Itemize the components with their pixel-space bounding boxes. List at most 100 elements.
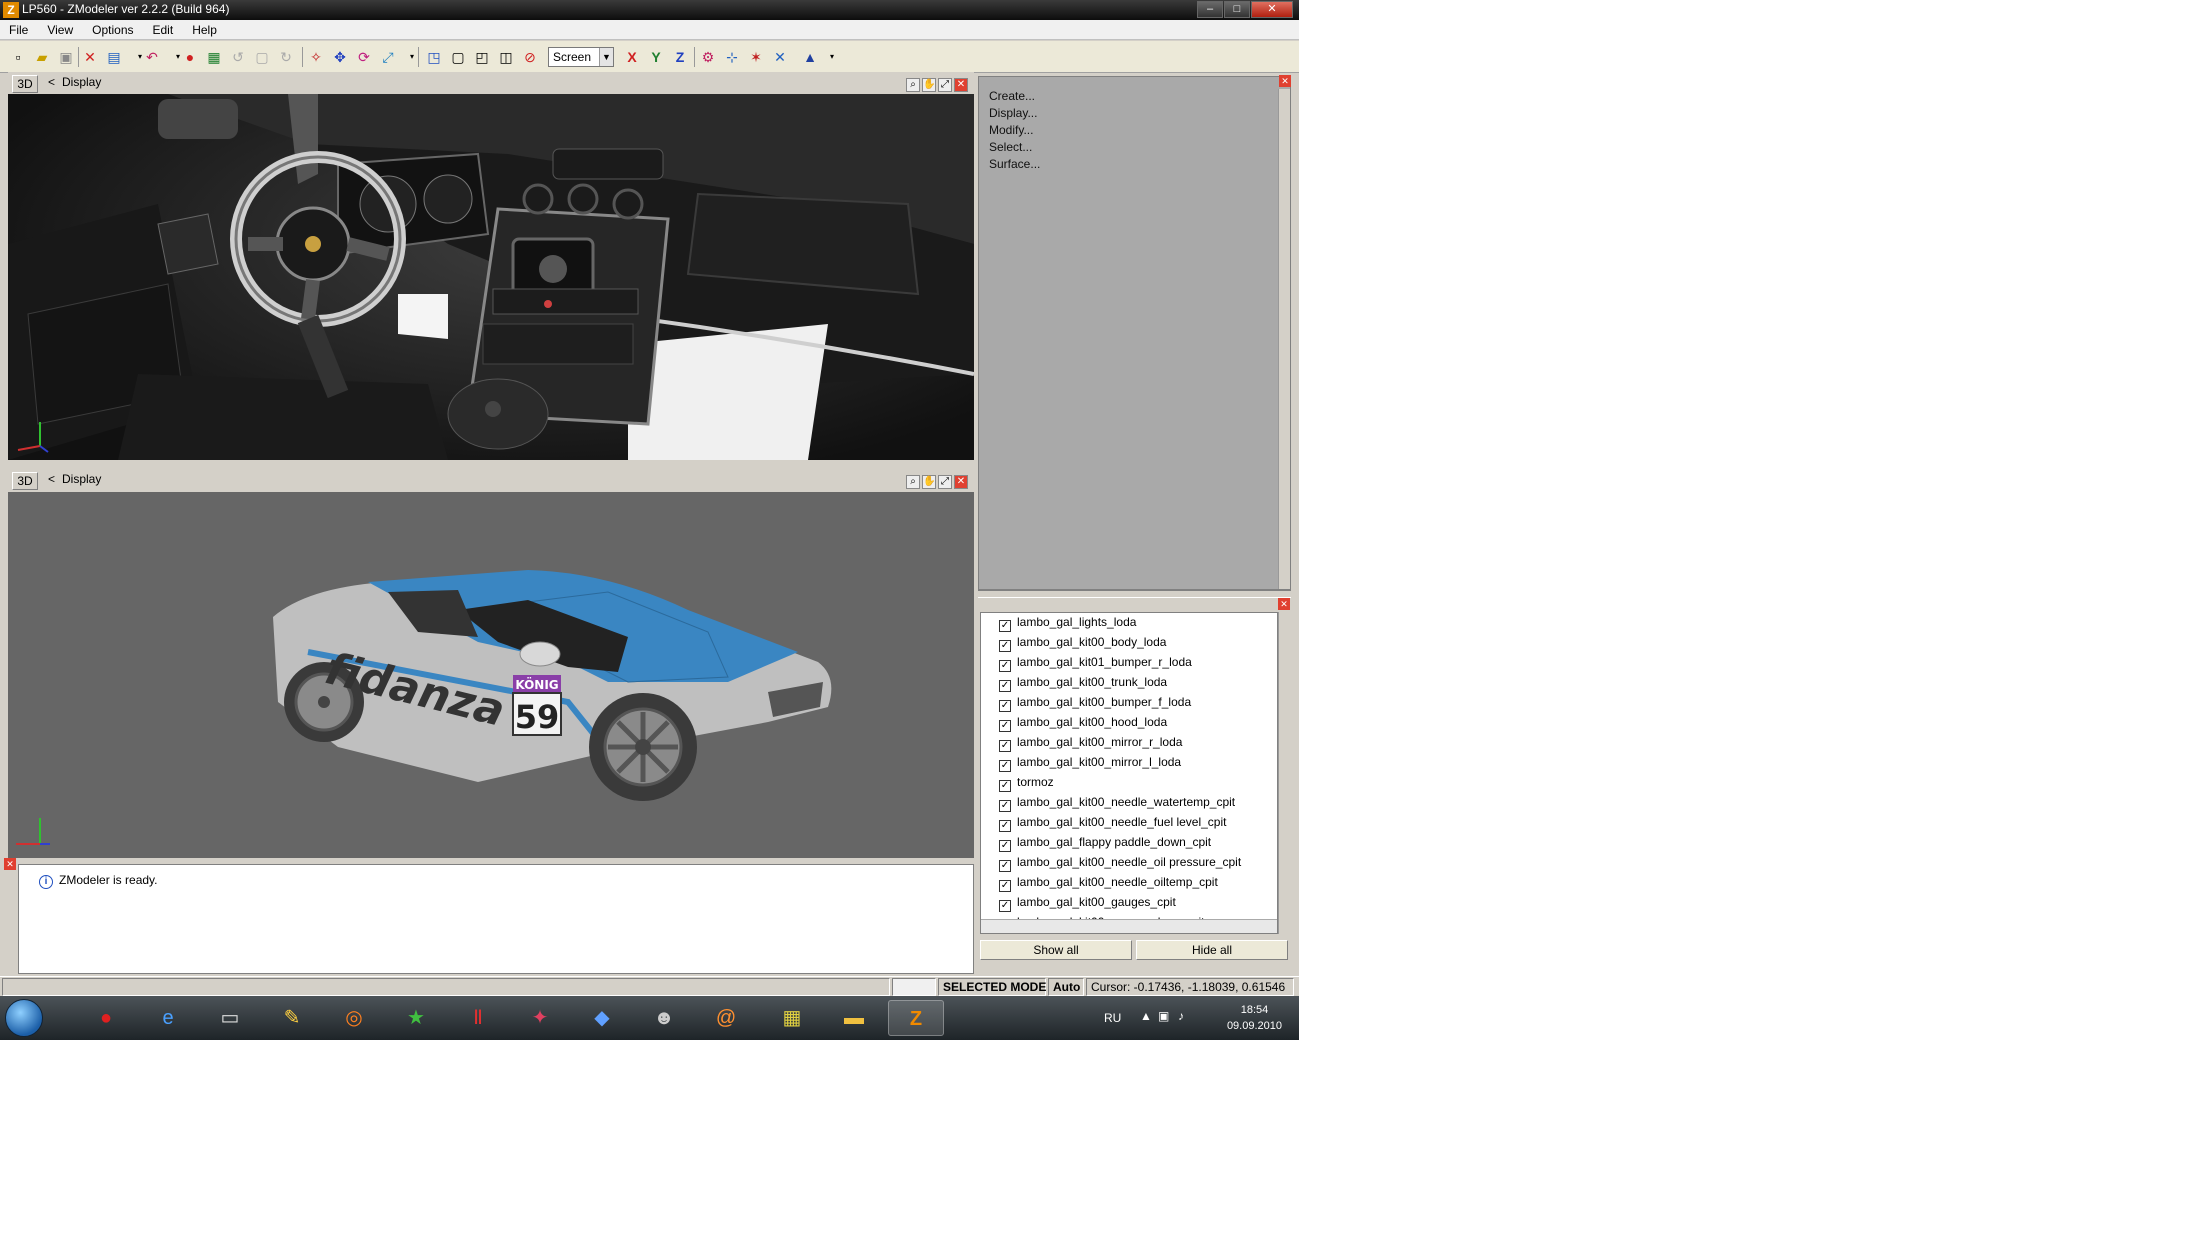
dropdown-arrow-icon[interactable]: ▾ — [822, 47, 842, 67]
list-item[interactable]: ✓ lambo_gal_kit00_gauges_cpit — [999, 895, 1176, 915]
viewport-interior[interactable] — [8, 94, 974, 460]
dropdown-arrow-icon[interactable]: ▾ — [402, 47, 422, 67]
viewport-mode-3d[interactable]: 3D — [12, 472, 38, 490]
close-panel-icon[interactable]: ✕ — [1278, 598, 1290, 610]
start-button[interactable] — [5, 999, 43, 1037]
axis-z-toggle[interactable]: Z — [670, 47, 690, 67]
minimize-button[interactable]: – — [1197, 1, 1223, 18]
list-item[interactable]: ✓ lambo_gal_kit00_bumper_f_loda — [999, 695, 1191, 715]
notepad-icon[interactable]: ▭ — [202, 1000, 258, 1036]
object-list[interactable]: ✓ lambo_gal_lights_loda ✓ lambo_gal_kit00_… — [980, 612, 1278, 934]
zmodeler-taskbar-icon[interactable]: Z — [888, 1000, 944, 1036]
list-item[interactable]: ✓ lambo_gal_kit00_needle_oil pressure_cpi… — [999, 855, 1241, 875]
hide-all-button[interactable]: Hide all — [1136, 940, 1288, 960]
scale-tool-icon[interactable]: ⤢ — [378, 47, 398, 67]
export-icon[interactable]: ▦ — [204, 47, 224, 67]
menu-edit[interactable]: Edit — [144, 20, 184, 37]
mail-agent-icon[interactable]: @ — [698, 1000, 754, 1036]
frame-icon[interactable]: ◫ — [496, 47, 516, 67]
list-item[interactable]: ✓ lambo_gal_kit00_trunk_loda — [999, 675, 1167, 695]
internet-explorer-icon[interactable]: e — [140, 1000, 196, 1036]
checkbox-checked-icon[interactable]: ✓ — [999, 760, 1011, 772]
open-folder-icon[interactable]: ▰ — [32, 47, 52, 67]
checkbox-checked-icon[interactable]: ✓ — [999, 880, 1011, 892]
save-icon[interactable]: ▣ — [56, 47, 76, 67]
network-icon[interactable]: ▣ — [1158, 1009, 1169, 1023]
coordinate-space-select[interactable]: Screen ▼ — [548, 47, 614, 67]
delete-icon[interactable]: ✕ — [80, 47, 100, 67]
chevron-down-icon[interactable]: ▼ — [599, 48, 613, 66]
checkbox-checked-icon[interactable]: ✓ — [999, 840, 1011, 852]
checkbox-checked-icon[interactable]: ✓ — [999, 860, 1011, 872]
view-cube-icon[interactable]: ◳ — [424, 47, 444, 67]
list-item[interactable]: ✓ lambo_gal_kit00_hood_loda — [999, 715, 1167, 735]
snap-icon[interactable]: ⚙ — [698, 47, 718, 67]
select-tool-icon[interactable]: ✧ — [306, 47, 326, 67]
merge-icon[interactable]: ▤ — [104, 47, 124, 67]
viewport-display-menu[interactable]: Display — [62, 472, 101, 486]
checkbox-checked-icon[interactable]: ✓ — [999, 800, 1011, 812]
box-select-icon[interactable]: ▢ — [448, 47, 468, 67]
command-create[interactable]: Create... — [989, 89, 1035, 103]
close-viewport-icon[interactable]: ✕ — [954, 475, 968, 489]
checkbox-checked-icon[interactable]: ✓ — [999, 660, 1011, 672]
list-vertical-scrollbar[interactable] — [1278, 612, 1290, 934]
snap-edge-icon[interactable]: ✕ — [770, 47, 790, 67]
checkbox-checked-icon[interactable]: ✓ — [999, 720, 1011, 732]
opera-icon[interactable]: ● — [78, 1000, 134, 1036]
panel-splitter[interactable] — [978, 590, 1291, 598]
checkbox-checked-icon[interactable]: ✓ — [999, 820, 1011, 832]
nfs-icon[interactable]: ◆ — [574, 1000, 630, 1036]
zoom-icon[interactable]: ⌕ — [906, 475, 920, 489]
list-horizontal-scrollbar[interactable] — [981, 919, 1277, 933]
record-icon[interactable]: ● — [180, 47, 200, 67]
viewport-exterior[interactable]: fidanza KÖNIG 59 — [8, 492, 974, 858]
list-item[interactable]: ✓ lambo_gal_kit00_needle_fuel level_cpit — [999, 815, 1226, 835]
game-star-icon[interactable]: ★ — [388, 1000, 444, 1036]
command-surface[interactable]: Surface... — [989, 157, 1040, 171]
list-item[interactable]: ✓ lambo_gal_kit00_needle_watertemp_cpit — [999, 795, 1235, 815]
close-button[interactable]: ✕ — [1251, 1, 1293, 18]
clock[interactable]: 18:54 09.09.2010 — [1227, 1002, 1282, 1034]
list-item[interactable]: ✓ lambo_gal_kit00_mirror_r_loda — [999, 735, 1182, 755]
list-item[interactable]: ✓ lambo_gal_kit00_body_loda — [999, 635, 1166, 655]
menu-file[interactable]: File — [0, 20, 38, 37]
checkbox-checked-icon[interactable]: ✓ — [999, 700, 1011, 712]
game-ii-icon[interactable]: Ⅱ — [450, 1000, 506, 1036]
command-modify[interactable]: Modify... — [989, 123, 1033, 137]
zoom-icon[interactable]: ⌕ — [906, 78, 920, 92]
pan-icon[interactable]: ✋ — [922, 475, 936, 489]
rotate-tool-icon[interactable]: ⟳ — [354, 47, 374, 67]
menu-help[interactable]: Help — [183, 20, 227, 37]
snap-vertex-icon[interactable]: ✶ — [746, 47, 766, 67]
maximize-button[interactable]: □ — [1224, 1, 1250, 18]
pan-icon[interactable]: ✋ — [922, 78, 936, 92]
list-item[interactable]: ✓ lambo_gal_kit01_bumper_r_loda — [999, 655, 1192, 675]
chevron-left-icon[interactable]: < — [48, 75, 55, 89]
status-auto[interactable]: Auto — [1048, 978, 1084, 996]
list-item[interactable]: ✓ lambo_gal_kit00_mirror_l_loda — [999, 755, 1181, 775]
axis-x-toggle[interactable]: X — [622, 47, 642, 67]
language-indicator[interactable]: RU — [1104, 1011, 1121, 1025]
media-player-icon[interactable]: ◎ — [326, 1000, 382, 1036]
command-display[interactable]: Display... — [989, 106, 1037, 120]
command-panel-scrollbar[interactable] — [1278, 89, 1290, 589]
volume-icon[interactable]: ♪ — [1178, 1009, 1184, 1023]
checkbox-checked-icon[interactable]: ✓ — [999, 640, 1011, 652]
zmodeler-app-icon[interactable]: Z — [3, 2, 19, 18]
list-item[interactable]: ✓ lambo_gal_flappy paddle_down_cpit — [999, 835, 1211, 855]
maximize-viewport-icon[interactable]: ⤢ — [938, 78, 952, 92]
command-select[interactable]: Select... — [989, 140, 1032, 154]
snap-grid-icon[interactable]: ⊹ — [722, 47, 742, 67]
paint-icon[interactable]: ✎ — [264, 1000, 320, 1036]
chevron-left-icon[interactable]: < — [48, 472, 55, 486]
close-panel-icon[interactable]: ✕ — [1279, 75, 1291, 87]
checkbox-checked-icon[interactable]: ✓ — [999, 780, 1011, 792]
move-tool-icon[interactable]: ✥ — [330, 47, 350, 67]
checkbox-checked-icon[interactable]: ✓ — [999, 680, 1011, 692]
viewport-mode-3d[interactable]: 3D — [12, 75, 38, 93]
checkbox-checked-icon[interactable]: ✓ — [999, 900, 1011, 912]
undo-icon[interactable]: ↶ — [142, 47, 162, 67]
no-select-icon[interactable]: ⊘ — [520, 47, 540, 67]
arrow-up-icon[interactable]: ▲ — [800, 47, 820, 67]
